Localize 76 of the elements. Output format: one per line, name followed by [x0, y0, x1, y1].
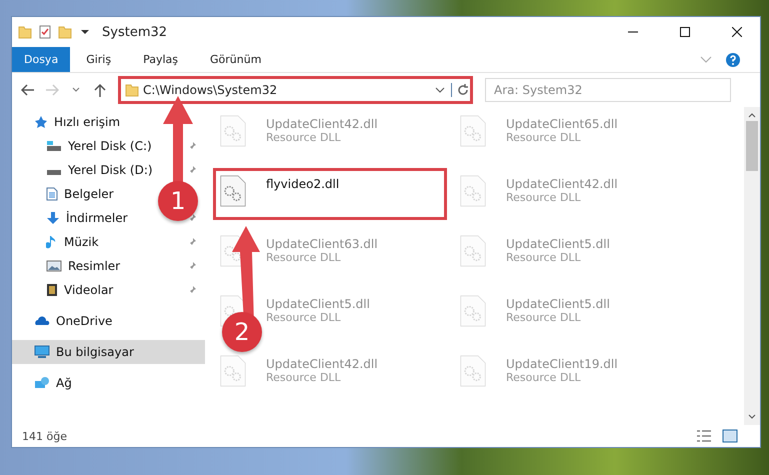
ribbon-tab[interactable]: Görünüm [194, 47, 278, 72]
ribbon-tab[interactable]: Paylaş [127, 47, 194, 72]
sidebar-item[interactable]: Yerel Disk (C:) [68, 139, 152, 153]
sidebar-item[interactable]: Müzik [64, 235, 99, 249]
sidebar-item[interactable]: OneDrive [12, 309, 205, 333]
document-icon [46, 187, 58, 201]
sidebar-item[interactable]: Belgeler [64, 187, 114, 201]
file-name: UpdateClient65.dll [506, 117, 618, 131]
computer-icon [34, 345, 50, 359]
up-arrow-icon [94, 83, 106, 97]
ribbon-tab[interactable]: Dosya [12, 47, 70, 72]
file-name: UpdateClient63.dll [266, 237, 378, 251]
chevron-down-icon [72, 87, 80, 93]
film-icon [46, 283, 58, 297]
scrollbar[interactable] [744, 107, 760, 425]
right-arrow-icon [45, 84, 59, 96]
sidebar-item[interactable]: Videolar [64, 283, 114, 297]
tiles-view-icon[interactable] [722, 429, 738, 443]
gear-document-icon [460, 295, 486, 327]
picture-icon [46, 260, 62, 272]
search-field[interactable]: Ara: System32 [485, 78, 731, 102]
cloud-icon [34, 315, 50, 327]
item-count: 141 öğe [22, 430, 68, 442]
ribbon-tab[interactable]: Giriş [70, 47, 128, 72]
sidebar-item[interactable]: Resimler [68, 259, 120, 273]
gear-document-icon [460, 175, 486, 207]
details-view-icon[interactable] [696, 429, 712, 443]
maximize-icon [680, 27, 690, 37]
refresh-icon[interactable] [451, 83, 470, 97]
address-bar[interactable]: C:\Windows\System32 [118, 76, 473, 104]
sidebar-item[interactable]: Ağ [12, 371, 205, 395]
close-icon [732, 27, 742, 37]
gear-document-icon [460, 115, 486, 147]
folder-icon [125, 83, 139, 97]
file-name: flyvideo2.dll [266, 177, 340, 191]
star-icon [34, 115, 48, 129]
file-name: UpdateClient5.dll [266, 297, 370, 311]
gear-document-icon [220, 355, 246, 387]
music-note-icon [46, 235, 58, 249]
sidebar-item[interactable]: İndirmeler [66, 211, 128, 225]
drive-icon [46, 140, 62, 152]
file-name: UpdateClient19.dll [506, 357, 618, 371]
folder-icon [18, 25, 32, 39]
file-type: Resource DLL [506, 251, 581, 264]
file-name: UpdateClient42.dll [506, 177, 618, 191]
file-type: Resource DLL [266, 251, 341, 264]
properties-icon[interactable] [38, 25, 52, 39]
window-title: System32 [102, 24, 168, 40]
left-arrow-icon [21, 84, 35, 96]
gear-document-icon [460, 355, 486, 387]
network-icon [34, 376, 50, 390]
sidebar-item[interactable]: Bu bilgisayar [12, 340, 205, 364]
file-type: Resource DLL [506, 131, 581, 144]
chevron-down-icon[interactable] [748, 413, 756, 421]
sidebar-item[interactable]: Hızlı erişim [12, 110, 205, 134]
file-name: UpdateClient5.dll [506, 297, 610, 311]
file-type: Resource DLL [506, 311, 581, 324]
gear-document-icon [220, 115, 246, 147]
file-type: Resource DLL [266, 371, 341, 384]
file-type: Resource DLL [266, 131, 341, 144]
dropdown-icon[interactable] [435, 87, 445, 93]
file-type: Resource DLL [506, 371, 581, 384]
new-folder-icon [58, 25, 72, 39]
file-name: UpdateClient42.dll [266, 117, 378, 131]
file-tile[interactable]: flyvideo2.dll [213, 168, 447, 220]
down-arrow-icon [46, 211, 60, 225]
file-type: Resource DLL [506, 191, 581, 204]
gear-document-icon [220, 175, 246, 207]
file-type: Resource DLL [266, 311, 341, 324]
file-name: UpdateClient5.dll [506, 237, 610, 251]
gear-document-icon [460, 235, 486, 267]
file-name: UpdateClient42.dll [266, 357, 378, 371]
sidebar-item[interactable]: Yerel Disk (D:) [68, 163, 153, 177]
help-icon[interactable] [726, 52, 740, 66]
scrollbar-thumb[interactable] [746, 121, 758, 171]
chevron-up-icon[interactable] [748, 111, 756, 119]
